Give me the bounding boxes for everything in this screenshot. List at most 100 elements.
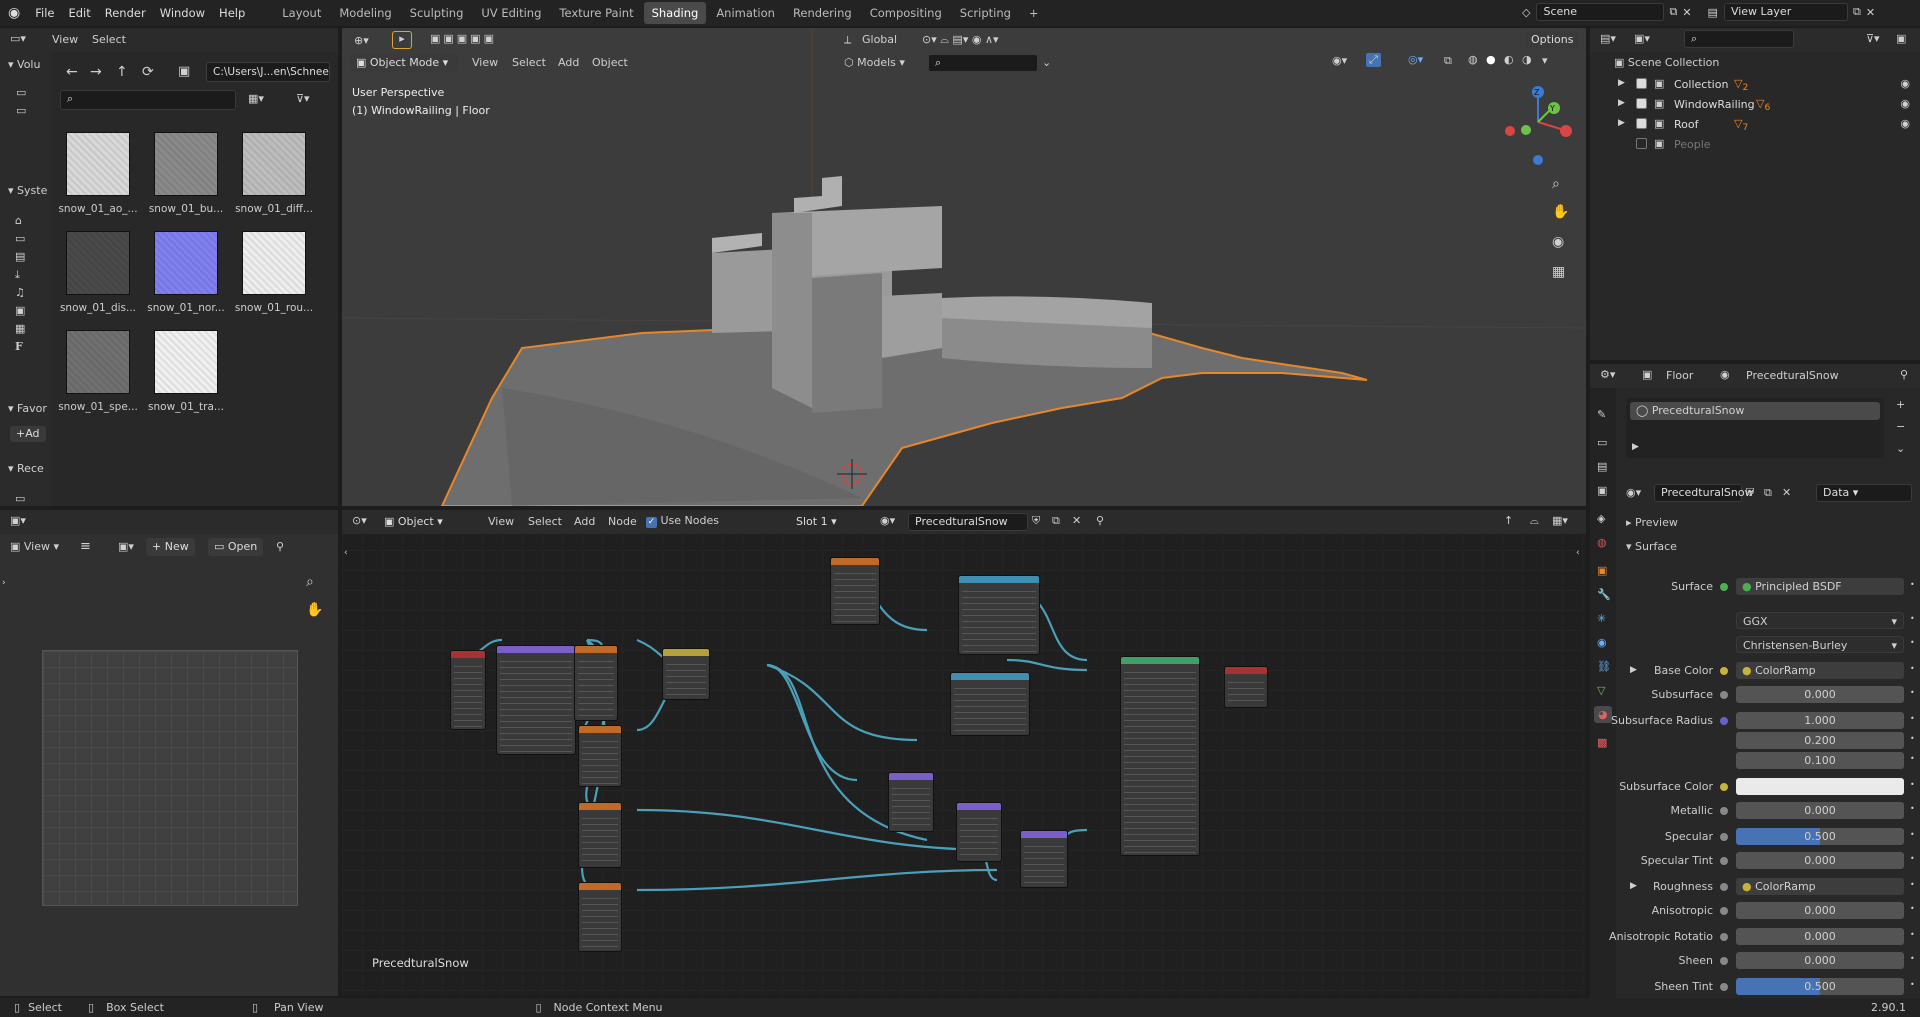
keyframe-dot-icon[interactable]: • <box>1910 830 1915 839</box>
section-preview[interactable]: ▸ Preview <box>1626 516 1678 529</box>
keyframe-dot-icon[interactable]: • <box>1910 804 1915 813</box>
expand-arrow-icon[interactable]: ▶ <box>1618 118 1625 128</box>
zoom-icon[interactable]: ⌕ <box>1552 176 1560 192</box>
documents-icon[interactable]: ▤ <box>15 250 25 263</box>
file-thumbnail[interactable] <box>154 231 218 295</box>
shader-node[interactable] <box>956 802 1002 862</box>
keyframe-dot-icon[interactable]: • <box>1910 780 1915 789</box>
file-name[interactable]: snow_01_dis... <box>53 302 143 314</box>
add-favorite-button[interactable]: +Ad <box>10 426 46 442</box>
socket-dot-icon[interactable] <box>1720 783 1728 791</box>
recent-folder-icon[interactable]: ▭ <box>15 492 25 505</box>
forward-icon[interactable]: → <box>90 64 102 80</box>
blender-logo-icon[interactable]: ◉ <box>8 5 20 21</box>
editor-type-icon[interactable]: ▭▾ <box>10 32 26 45</box>
property-field[interactable]: 0.000 <box>1736 902 1904 919</box>
property-field[interactable]: 0.000 <box>1736 928 1904 945</box>
expand-arrow-icon[interactable]: ▶ <box>1630 665 1637 675</box>
shader-node[interactable] <box>950 672 1030 736</box>
view-layer-field[interactable]: View Layer <box>1723 3 1848 21</box>
keyframe-dot-icon[interactable]: • <box>1910 954 1915 963</box>
outliner-search-input[interactable]: ⌕ <box>1684 30 1794 48</box>
keyframe-dot-icon[interactable]: • <box>1910 980 1915 989</box>
socket-dot-icon[interactable] <box>1720 691 1728 699</box>
fonts-icon[interactable]: F <box>15 340 23 353</box>
section-recent[interactable]: ▾ Rece <box>8 462 44 475</box>
menu-render[interactable]: Render <box>98 0 153 26</box>
tab-modeling[interactable]: Modeling <box>331 2 399 24</box>
property-field[interactable]: 0.000 <box>1736 802 1904 819</box>
tab-layout[interactable]: Layout <box>274 2 329 24</box>
socket-dot-icon[interactable] <box>1720 857 1728 865</box>
render-tab-icon[interactable]: ▭ <box>1597 436 1607 449</box>
menu-view[interactable]: View <box>52 33 78 46</box>
socket-dot-icon[interactable] <box>1720 957 1728 965</box>
sidebar-toggle-icon[interactable]: › <box>2 578 6 588</box>
visibility-eye-icon[interactable]: ◉ <box>1900 77 1910 90</box>
object-tab-icon[interactable]: ▣ <box>1597 564 1607 577</box>
keyframe-dot-icon[interactable]: • <box>1910 688 1915 697</box>
expand-arrow-icon[interactable]: ▶ <box>1618 98 1625 108</box>
keyframe-dot-icon[interactable]: • <box>1910 580 1915 589</box>
drive-icon[interactable]: ▭ <box>16 104 26 117</box>
menu-help[interactable]: Help <box>212 0 252 26</box>
shader-node[interactable] <box>662 648 710 700</box>
physics-tab-icon[interactable]: ◉ <box>1597 636 1607 649</box>
world-tab-icon[interactable]: ◍ <box>1597 536 1607 549</box>
keyframe-dot-icon[interactable]: • <box>1910 714 1915 723</box>
shader-node[interactable] <box>1224 666 1268 708</box>
view-layer-tab-icon[interactable]: ▣ <box>1597 484 1607 497</box>
material-name-field[interactable]: PrecedturalSnow <box>1654 484 1754 502</box>
scene-tab-icon[interactable]: ◈ <box>1597 512 1605 525</box>
property-field[interactable]: 0.000 <box>1736 686 1904 703</box>
tab-compositing[interactable]: Compositing <box>862 2 950 24</box>
remove-slot-icon[interactable]: − <box>1896 420 1905 433</box>
back-icon[interactable]: ← <box>66 64 78 80</box>
property-field[interactable]: 1.000 <box>1736 712 1904 729</box>
outliner-item[interactable]: ▶ ▣ Roof ▽7 ◉ <box>1616 116 1912 134</box>
property-field[interactable]: GGX ▾ <box>1736 612 1904 629</box>
drive-icon[interactable]: ▭ <box>16 86 26 99</box>
directory-path-field[interactable]: C:\Users\J...en\Schnee\ <box>206 62 330 82</box>
filter-icon[interactable]: ⊽▾ <box>1866 32 1880 45</box>
menu-select[interactable]: Select <box>92 33 126 46</box>
expand-arrow-icon[interactable]: ▶ <box>1618 78 1625 88</box>
keyframe-dot-icon[interactable]: • <box>1910 854 1915 863</box>
editor-type-icon[interactable]: ▣▾ <box>10 514 26 527</box>
keyframe-dot-icon[interactable]: • <box>1910 614 1915 623</box>
shader-node[interactable] <box>496 645 576 755</box>
view-layer-new-icon[interactable]: ⧉ <box>1853 5 1861 19</box>
output-tab-icon[interactable]: ▤ <box>1597 460 1607 473</box>
tab-scripting[interactable]: Scripting <box>952 2 1019 24</box>
unlink-material-icon[interactable]: ✕ <box>1782 486 1791 499</box>
file-thumbnail[interactable] <box>66 132 130 196</box>
keyframe-dot-icon[interactable]: • <box>1910 754 1915 763</box>
pan-hand-icon[interactable]: ✋ <box>306 602 323 618</box>
expand-arrow-icon[interactable]: ▶ <box>1630 881 1637 891</box>
menu-file[interactable]: File <box>28 0 61 26</box>
scene-new-icon[interactable]: ⧉ <box>1669 5 1677 19</box>
file-thumbnail[interactable] <box>242 231 306 295</box>
texture-tab-icon[interactable]: ▩ <box>1597 736 1607 749</box>
new-folder-icon[interactable]: ▣ <box>178 64 190 79</box>
scene-icon[interactable]: ◇ <box>1522 6 1530 19</box>
tab-shading[interactable]: Shading <box>643 2 707 24</box>
file-name[interactable]: snow_01_ao_... <box>53 203 143 215</box>
socket-dot-icon[interactable] <box>1720 983 1728 991</box>
section-surface[interactable]: ▾ Surface <box>1626 540 1677 553</box>
socket-dot-icon[interactable] <box>1720 807 1728 815</box>
section-volumes[interactable]: ▾ Volu <box>8 58 40 71</box>
zoom-icon[interactable]: ⌕ <box>306 574 314 590</box>
shader-node[interactable] <box>958 575 1040 655</box>
file-name[interactable]: snow_01_tra... <box>141 401 231 413</box>
exclude-checkbox[interactable] <box>1636 98 1647 109</box>
outliner-item[interactable]: ▶ ▣ Collection ▽2 ◉ <box>1616 76 1912 94</box>
tab-animation[interactable]: Animation <box>708 2 783 24</box>
tab-uv-editing[interactable]: UV Editing <box>473 2 549 24</box>
socket-dot-icon[interactable] <box>1720 883 1728 891</box>
tab-sculpting[interactable]: Sculpting <box>402 2 472 24</box>
socket-dot-icon[interactable] <box>1720 583 1728 591</box>
file-thumbnail[interactable] <box>154 132 218 196</box>
filter-icon[interactable]: ⊽▾ <box>296 92 310 105</box>
downloads-icon[interactable]: ⤓ <box>15 268 20 282</box>
